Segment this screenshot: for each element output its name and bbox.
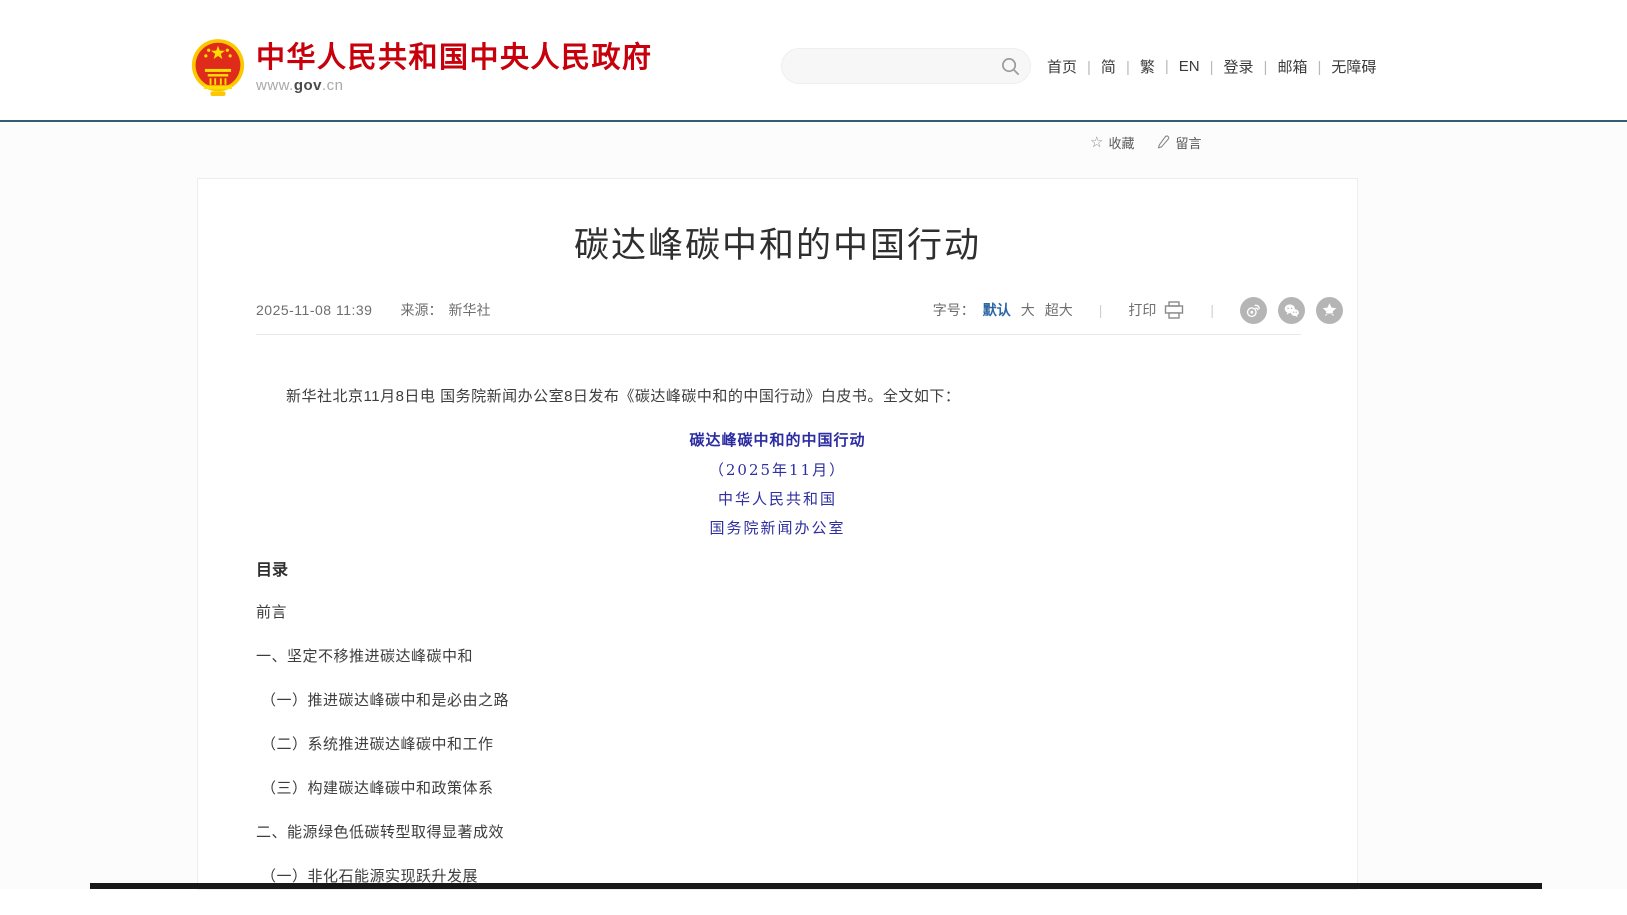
search-icon[interactable] bbox=[1001, 57, 1020, 76]
below-fold-edge bbox=[90, 883, 1542, 889]
article-title: 碳达峰碳中和的中国行动 bbox=[198, 223, 1357, 269]
nav-traditional[interactable]: 繁 bbox=[1116, 56, 1155, 77]
font-size-xlarge-button[interactable]: 超大 bbox=[1045, 300, 1073, 320]
quick-actions: ☆ 收藏 留言 bbox=[1090, 133, 1201, 152]
site-header: 中华人民共和国中央人民政府 www.gov.cn 首页 简 繁 EN 登录 邮箱… bbox=[0, 0, 1627, 120]
doc-org-line2: 国务院新闻办公室 bbox=[256, 520, 1299, 536]
article-body: 新华社北京11月8日电 国务院新闻办公室8日发布《碳达峰碳中和的中国行动》白皮书… bbox=[198, 389, 1357, 885]
weibo-share-icon[interactable] bbox=[1240, 297, 1267, 324]
toc-item-1-3: （三）构建碳达峰碳中和政策体系 bbox=[256, 781, 1299, 797]
site-url-gov: gov bbox=[294, 77, 322, 94]
toc-item-1-2: （二）系统推进碳达峰碳中和工作 bbox=[256, 737, 1299, 753]
toc-item-1-1: （一）推进碳达峰碳中和是必由之路 bbox=[256, 693, 1299, 709]
nav-login[interactable]: 登录 bbox=[1200, 56, 1254, 77]
nav-home[interactable]: 首页 bbox=[1047, 56, 1077, 77]
favorite-label: 收藏 bbox=[1108, 133, 1134, 152]
site-title: 中华人民共和国中央人民政府 bbox=[256, 42, 653, 74]
site-url: www.gov.cn bbox=[256, 77, 653, 94]
nav-english[interactable]: EN bbox=[1155, 58, 1200, 75]
source-label: 来源： bbox=[400, 300, 442, 320]
toc-item-preface: 前言 bbox=[256, 605, 1299, 621]
site-url-suffix: .cn bbox=[322, 77, 344, 94]
toc-item-1: 一、坚定不移推进碳达峰碳中和 bbox=[256, 649, 1299, 665]
nav-mail[interactable]: 邮箱 bbox=[1254, 56, 1308, 77]
doc-title: 碳达峰碳中和的中国行动 bbox=[256, 433, 1299, 449]
qzone-share-icon[interactable] bbox=[1316, 297, 1343, 324]
doc-date: （2025年11月） bbox=[256, 462, 1299, 478]
favorite-button[interactable]: ☆ 收藏 bbox=[1090, 133, 1134, 152]
toc-item-2: 二、能源绿色低碳转型取得显著成效 bbox=[256, 825, 1299, 841]
nav-accessibility[interactable]: 无障碍 bbox=[1307, 56, 1376, 77]
comment-label: 留言 bbox=[1175, 133, 1201, 152]
brand[interactable]: 中华人民共和国中央人民政府 www.gov.cn bbox=[190, 38, 653, 98]
source-name[interactable]: 新华社 bbox=[448, 300, 490, 320]
search-input[interactable] bbox=[798, 49, 998, 83]
site-url-prefix: www. bbox=[256, 77, 294, 94]
pen-icon bbox=[1156, 135, 1170, 150]
lead-paragraph: 新华社北京11月8日电 国务院新闻办公室8日发布《碳达峰碳中和的中国行动》白皮书… bbox=[256, 389, 1299, 405]
share-icons bbox=[1240, 297, 1343, 324]
meta-separator: | bbox=[1099, 302, 1103, 318]
nav-simplified[interactable]: 简 bbox=[1077, 56, 1116, 77]
meta-divider bbox=[256, 334, 1301, 335]
wechat-share-icon[interactable] bbox=[1278, 297, 1305, 324]
font-size-label: 字号： bbox=[933, 300, 975, 320]
article-meta: 2025-11-08 11:39 来源： 新华社 字号： 默认 大 超大 | 打… bbox=[198, 297, 1357, 323]
main-nav: 首页 简 繁 EN 登录 邮箱 无障碍 bbox=[1047, 56, 1376, 77]
publish-date: 2025-11-08 11:39 bbox=[256, 302, 372, 318]
print-button[interactable]: 打印 bbox=[1128, 300, 1184, 320]
main-area: ☆ 收藏 留言 碳达峰碳中和的中国行动 2025-11-08 11:39 来源：… bbox=[0, 122, 1627, 889]
article-card: 碳达峰碳中和的中国行动 2025-11-08 11:39 来源： 新华社 字号：… bbox=[197, 178, 1358, 890]
star-icon: ☆ bbox=[1090, 135, 1103, 150]
doc-org-line1: 中华人民共和国 bbox=[256, 491, 1299, 507]
font-size-large-button[interactable]: 大 bbox=[1021, 300, 1035, 320]
printer-icon bbox=[1164, 301, 1184, 319]
national-emblem-icon bbox=[190, 38, 246, 98]
font-size-default-button[interactable]: 默认 bbox=[983, 300, 1011, 320]
meta-separator: | bbox=[1210, 302, 1214, 318]
print-label: 打印 bbox=[1128, 300, 1156, 320]
toc-heading: 目录 bbox=[256, 563, 1299, 579]
search-box[interactable] bbox=[781, 48, 1031, 84]
comment-button[interactable]: 留言 bbox=[1156, 133, 1201, 152]
